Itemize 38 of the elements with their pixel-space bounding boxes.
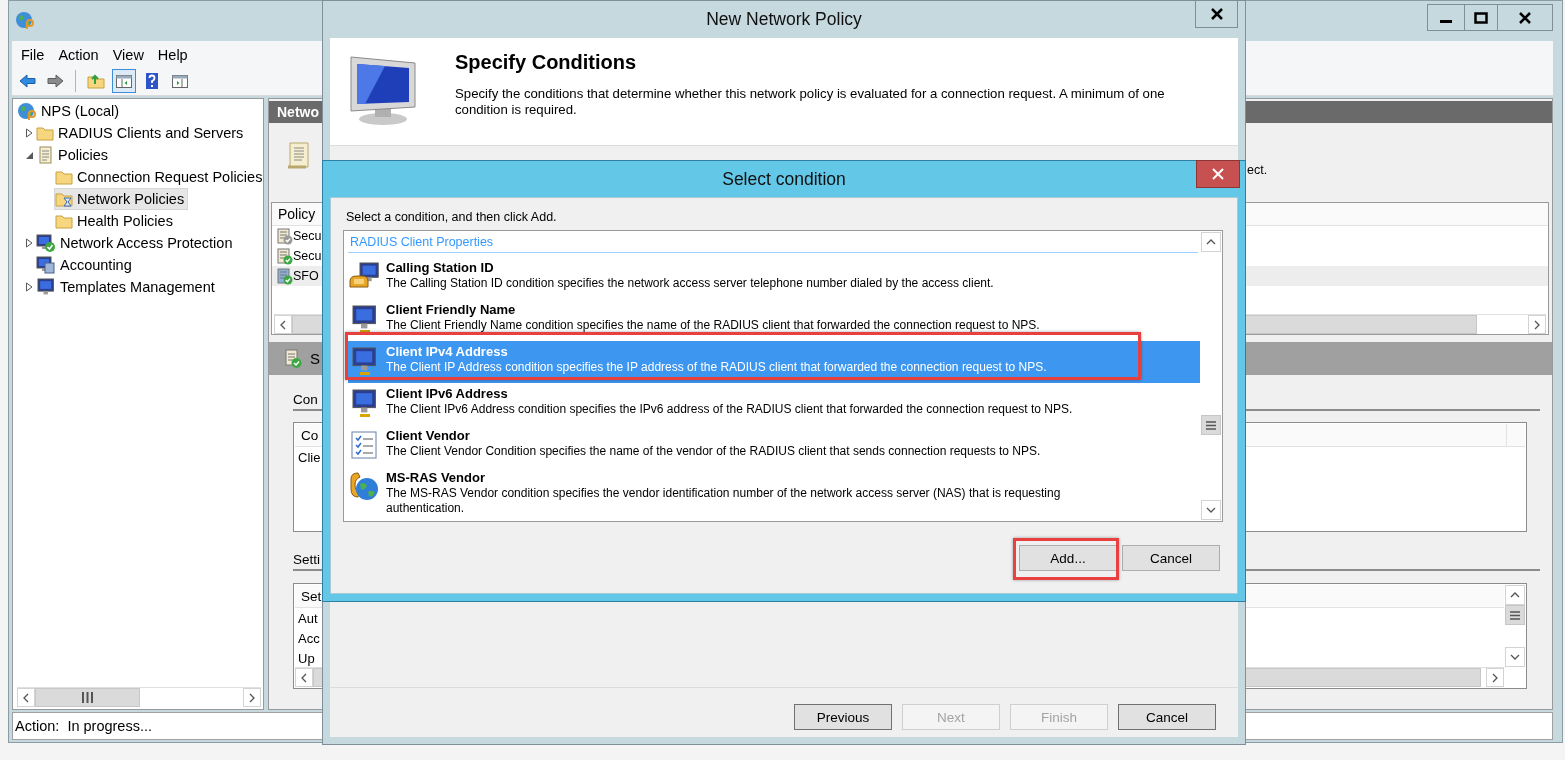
instruction-text: Select a condition, and then click Add.	[345, 210, 558, 226]
dialog-title: Select condition	[722, 168, 846, 190]
list-row-text: Up	[297, 650, 315, 668]
group-header: RADIUS Client Properties	[348, 233, 1198, 253]
condition-name: Client Vendor	[386, 428, 470, 444]
condition-name: Client Friendly Name	[386, 302, 516, 318]
description-text: ect.	[1247, 163, 1268, 177]
condition-description: The MS-RAS Vendor condition specifies the vendor identification number of the network access server (NAS) that is requesting authentication.	[386, 486, 1062, 516]
tree-item-label: NPS (Local)	[41, 103, 120, 119]
column-header-label: Policy	[277, 206, 316, 222]
policy-name: Secu	[293, 229, 322, 243]
policy-name: SFO	[293, 269, 319, 283]
column-header-label: Co	[300, 427, 319, 443]
tree-item-label: Connection Request Policies	[77, 169, 263, 185]
section-title: S	[310, 350, 320, 367]
condition-name: Calling Station ID	[386, 260, 494, 276]
status-text: Action: In progress...	[14, 718, 152, 734]
column-header-label: Set	[300, 588, 322, 604]
list-row-text: Acc	[297, 630, 320, 648]
list-row-text: Aut	[297, 610, 318, 628]
policy-name: Secu	[293, 249, 322, 263]
tree-item-label: Network Access Protection	[60, 235, 233, 251]
condition-description: The Client IP Address condition specifies the IP address of the RADIUS client that forwarded the connection request to NPS.	[386, 360, 1047, 375]
condition-name: Client IPv4 Address	[386, 344, 508, 360]
window-title: New Network Policy	[706, 9, 862, 30]
page-heading: Specify Conditions	[455, 51, 638, 74]
condition-name: MS-RAS Vendor	[386, 470, 485, 486]
tree-item-label: Policies	[58, 147, 108, 163]
tree-item-label: RADIUS Clients and Servers	[58, 125, 244, 141]
tree-item-label: Health Policies	[77, 213, 173, 229]
list-row-text: Clie	[297, 449, 321, 467]
condition-description: The Client Friendly Name condition specifies the name of the RADIUS client that forwarded the connection request to NPS.	[386, 318, 1040, 333]
tree-item-label: Templates Management	[60, 279, 215, 295]
tree-item-label: Network Policies	[77, 191, 185, 207]
condition-description: The Client Vendor Condition specifies the name of the vendor of the RADIUS client that sends connection requests to NPS.	[386, 444, 1041, 459]
tree-item-label: Accounting	[60, 257, 132, 273]
condition-name: Client IPv6 Address	[386, 386, 508, 402]
condition-description: The Calling Station ID condition specifies the network access server telephone number dialed by the access client.	[386, 276, 994, 291]
